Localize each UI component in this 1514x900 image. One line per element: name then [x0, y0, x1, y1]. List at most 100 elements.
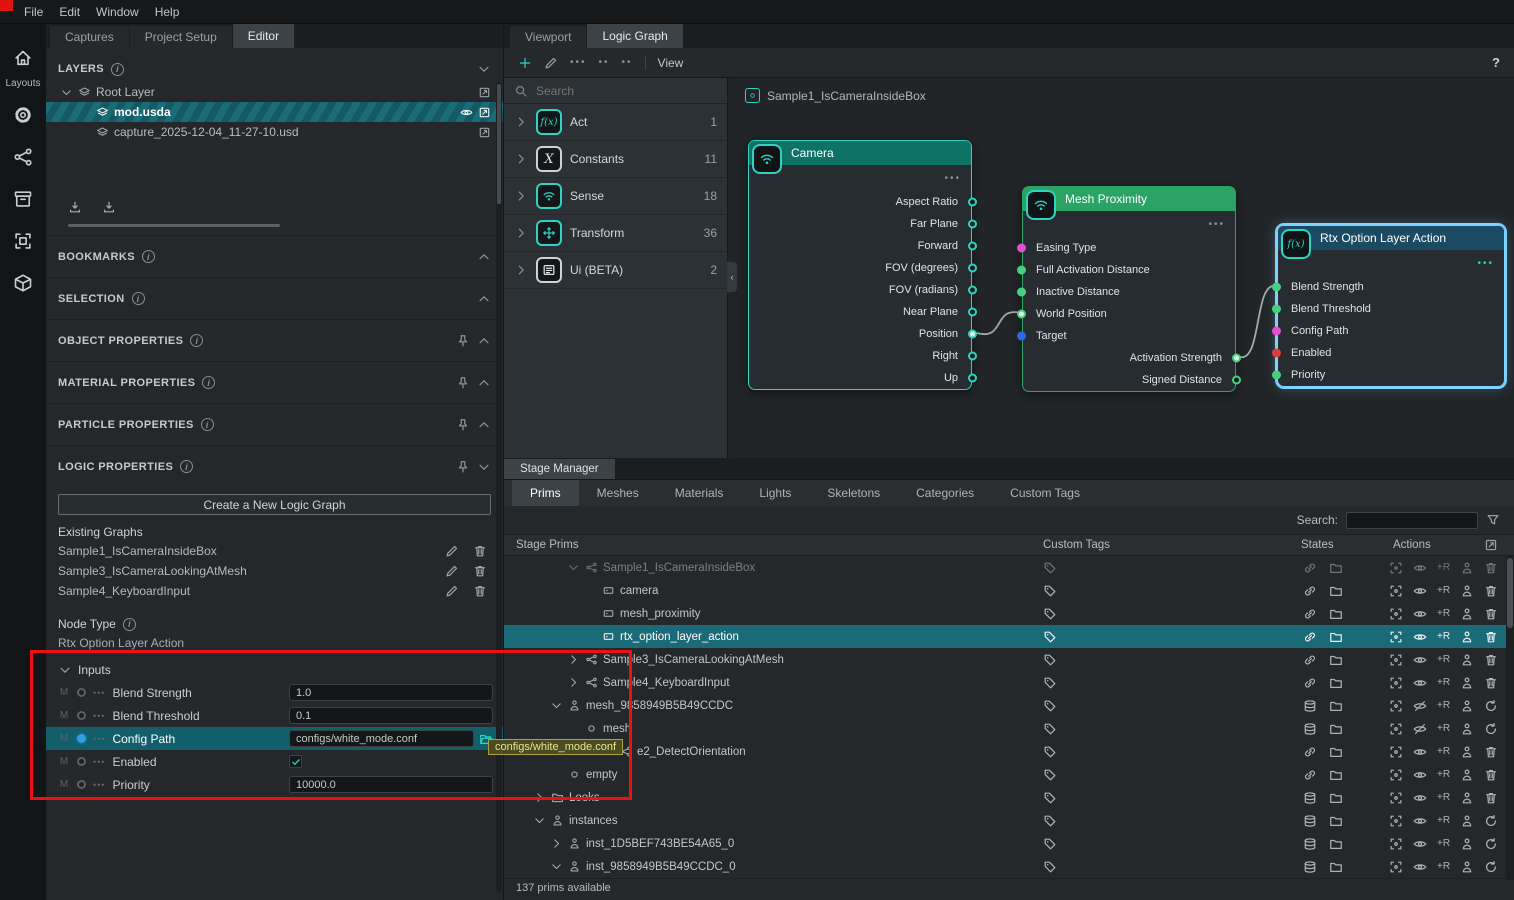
skeleton-icon[interactable]: [1460, 860, 1474, 874]
input-connection-port[interactable]: [77, 711, 86, 720]
layer-expand-icon[interactable]: [60, 86, 73, 99]
tree-collapse-icon[interactable]: [533, 814, 546, 827]
stage-search-input[interactable]: [1346, 512, 1478, 529]
add-node-icon[interactable]: [518, 56, 532, 70]
custom-tag-icon[interactable]: [1043, 768, 1057, 782]
layer-row-root-layer[interactable]: Root Layer: [46, 82, 503, 102]
frame-crop-icon[interactable]: [13, 231, 33, 251]
reference-badge[interactable]: +R: [1437, 861, 1450, 872]
panel-tab-captures[interactable]: Captures: [50, 26, 130, 48]
trash-icon[interactable]: [1484, 745, 1498, 759]
visibility-icon[interactable]: [1413, 860, 1427, 874]
help-button[interactable]: ?: [1492, 55, 1500, 70]
layer-target-icon[interactable]: [478, 106, 491, 119]
palette-search[interactable]: [504, 78, 727, 104]
palette-search-input[interactable]: [536, 84, 676, 98]
custom-tag-icon[interactable]: [1043, 860, 1057, 874]
custom-tag-icon[interactable]: [1043, 676, 1057, 690]
payload-folder-icon[interactable]: [1329, 630, 1343, 644]
custom-tag-icon[interactable]: [1043, 814, 1057, 828]
menu-help[interactable]: Help: [147, 2, 188, 22]
save-all-layers-icon[interactable]: [102, 200, 116, 214]
skeleton-icon[interactable]: [1460, 768, 1474, 782]
output-port-near-plane[interactable]: [968, 308, 977, 317]
stage-row-sample4-keyboardinput[interactable]: Sample4_KeyboardInput+R: [504, 671, 1514, 694]
input-row-blend-threshold[interactable]: M•••Blend Threshold: [46, 704, 503, 727]
priority-input[interactable]: [289, 776, 493, 793]
layer-row-mod-usda[interactable]: mod.usda: [46, 102, 503, 122]
column-states[interactable]: States: [1289, 539, 1381, 551]
output-port-forward[interactable]: [968, 242, 977, 251]
tree-collapse-icon[interactable]: [550, 860, 563, 873]
enabled-checkbox[interactable]: [289, 755, 302, 768]
skeleton-icon[interactable]: [1460, 630, 1474, 644]
reference-link-icon[interactable]: [1303, 745, 1317, 759]
stage-tab-prims[interactable]: Prims: [512, 480, 579, 506]
payload-folder-icon[interactable]: [1329, 561, 1343, 575]
collapse-icon[interactable]: [477, 376, 491, 390]
reference-badge[interactable]: +R: [1437, 654, 1450, 665]
reference-badge[interactable]: +R: [1437, 677, 1450, 688]
custom-tag-icon[interactable]: [1043, 584, 1057, 598]
collapse-icon[interactable]: [477, 62, 491, 76]
config-path-input[interactable]: [289, 730, 474, 747]
trash-icon[interactable]: [1484, 630, 1498, 644]
visibility-icon[interactable]: [1413, 607, 1427, 621]
visibility-icon[interactable]: [1413, 584, 1427, 598]
output-port-fov-radians[interactable]: [968, 286, 977, 295]
stage-row-mesh-proximity[interactable]: mesh_proximity+R: [504, 602, 1514, 625]
visibility-icon[interactable]: [1413, 814, 1427, 828]
delete-graph-icon[interactable]: [473, 584, 487, 598]
payload-folder-icon[interactable]: [1329, 607, 1343, 621]
custom-tag-icon[interactable]: [1043, 837, 1057, 851]
input-row-config-path[interactable]: M•••Config Path: [46, 727, 503, 750]
reference-badge[interactable]: +R: [1437, 769, 1450, 780]
payload-folder-icon[interactable]: [1329, 653, 1343, 667]
node-options-dots[interactable]: •••: [749, 165, 971, 191]
payload-folder-icon[interactable]: [1329, 584, 1343, 598]
reference-badge[interactable]: +R: [1437, 585, 1450, 596]
filter-icon[interactable]: [1486, 513, 1500, 527]
payload-folder-icon[interactable]: [1329, 722, 1343, 736]
stage-scrollbar[interactable]: [1506, 556, 1514, 880]
stage-row-inst-9858949b5b49ccdc-0[interactable]: inst_9858949B5B49CCDC_0+R: [504, 855, 1514, 878]
reference-badge[interactable]: +R: [1437, 792, 1450, 803]
input-row-blend-strength[interactable]: M•••Blend Strength: [46, 681, 503, 704]
section-material-properties[interactable]: MATERIAL PROPERTIESi: [46, 361, 503, 403]
view-tab-viewport[interactable]: Viewport: [510, 26, 587, 48]
input-port-easing-type[interactable]: [1017, 244, 1026, 253]
chevron-right-icon[interactable]: [514, 263, 528, 277]
frame-select-icon[interactable]: [1389, 768, 1403, 782]
panel-tab-editor[interactable]: Editor: [233, 24, 295, 48]
stage-tab-categories[interactable]: Categories: [898, 480, 992, 506]
visibility-icon[interactable]: [1413, 699, 1427, 713]
existing-graph-sample4-keyboardinput[interactable]: Sample4_KeyboardInput: [46, 581, 503, 601]
skeleton-icon[interactable]: [1460, 814, 1474, 828]
stage-tab-materials[interactable]: Materials: [657, 480, 742, 506]
input-port-blend-threshold[interactable]: [1272, 305, 1281, 314]
stage-row-instances[interactable]: instances+R: [504, 809, 1514, 832]
create-logic-graph-button[interactable]: Create a New Logic Graph: [58, 494, 491, 515]
reference-badge[interactable]: +R: [1437, 700, 1450, 711]
trash-icon[interactable]: [1484, 768, 1498, 782]
more-dots-icon[interactable]: ••: [599, 57, 610, 68]
graph-node-camera[interactable]: Camera•••Aspect RatioFar PlaneForwardFOV…: [748, 140, 972, 390]
layer-row-capture-2025-12-04-11-27-10-usd[interactable]: capture_2025-12-04_11-27-10.usd: [46, 122, 503, 142]
payload-folder-icon[interactable]: [1329, 676, 1343, 690]
reference-link-icon[interactable]: [1303, 584, 1317, 598]
input-connection-port[interactable]: [77, 688, 86, 697]
palette-category-sense[interactable]: Sense18: [504, 178, 727, 215]
reference-link-icon[interactable]: [1303, 607, 1317, 621]
blend-strength-input[interactable]: [289, 684, 493, 701]
input-port-enabled[interactable]: [1272, 349, 1281, 358]
frame-select-icon[interactable]: [1389, 837, 1403, 851]
palette-category-ui-beta[interactable]: Ui (BETA)2: [504, 252, 727, 289]
payload-folder-icon[interactable]: [1329, 860, 1343, 874]
tree-expand-icon[interactable]: [550, 837, 563, 850]
delete-graph-icon[interactable]: [473, 564, 487, 578]
visibility-icon[interactable]: [1413, 722, 1427, 736]
visibility-icon[interactable]: [1413, 791, 1427, 805]
view-tab-logic-graph[interactable]: Logic Graph: [587, 24, 683, 48]
skeleton-icon[interactable]: [1460, 791, 1474, 805]
settings-gear-icon[interactable]: [13, 105, 33, 125]
